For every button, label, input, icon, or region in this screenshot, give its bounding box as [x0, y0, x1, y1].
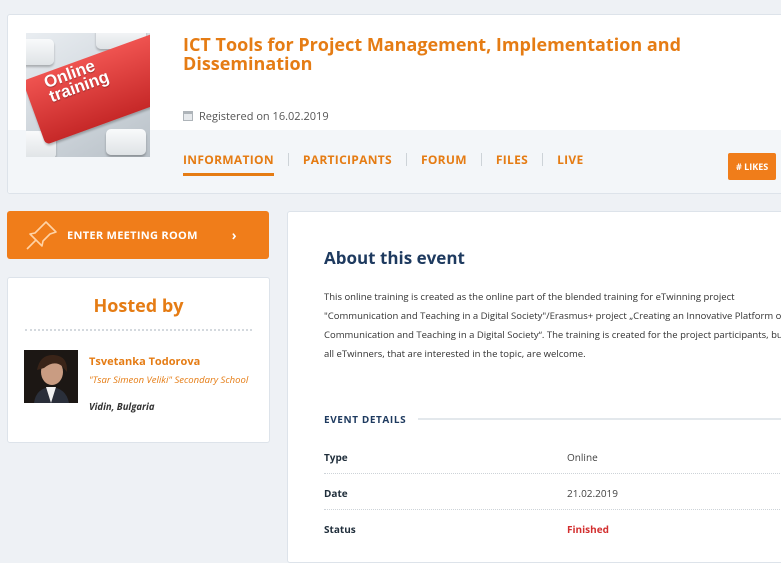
status-value: Finished: [567, 522, 609, 536]
detail-key: Date: [324, 486, 348, 500]
tab-information[interactable]: INFORMATION: [183, 151, 274, 176]
detail-value: Online: [567, 450, 598, 464]
calendar-icon: [183, 111, 193, 121]
tab-separator: [542, 153, 544, 166]
tab-forum[interactable]: FORUM: [421, 151, 467, 176]
event-info-card: About this event This online training is…: [287, 211, 781, 563]
detail-key: Type: [324, 450, 348, 464]
enter-meeting-room-button[interactable]: ENTER MEETING ROOM ›: [7, 211, 269, 259]
host-avatar[interactable]: [24, 350, 78, 403]
pin-icon: [26, 221, 57, 250]
event-thumbnail: Online training: [26, 33, 150, 157]
avatar-image: [24, 350, 78, 403]
keyboard-key: [26, 39, 54, 65]
event-details-heading: EVENT DETAILS: [324, 412, 781, 426]
detail-row-type: Type Online: [324, 438, 781, 474]
event-title: ICT Tools for Project Management, Implem…: [183, 33, 681, 76]
tab-files[interactable]: FILES: [496, 151, 528, 176]
keyboard-key: [106, 129, 146, 155]
likes-button[interactable]: # LIKES: [728, 153, 777, 180]
about-heading: About this event: [324, 246, 465, 269]
tab-participants[interactable]: PARTICIPANTS: [303, 151, 392, 176]
event-header-card: Online training ICT Tools for Project Ma…: [7, 14, 781, 194]
about-description: This online training is created as the o…: [324, 290, 781, 360]
detail-key: Status: [324, 522, 356, 536]
hosted-by-card: Hosted by Tsvetanka Todorova "Tsar Simeo…: [7, 277, 270, 443]
hosted-by-heading: Hosted by: [93, 294, 184, 318]
tab-live[interactable]: LIVE: [557, 151, 583, 176]
host-name-link[interactable]: Tsvetanka Todorova: [89, 354, 200, 369]
chevron-right-icon: ›: [231, 226, 237, 244]
registered-label: Registered on 16.02.2019: [199, 109, 329, 124]
registration-date: Registered on 16.02.2019: [183, 109, 329, 124]
detail-row-date: Date 21.02.2019: [324, 474, 781, 510]
detail-row-status: Status Finished: [324, 510, 781, 546]
tab-separator: [287, 153, 289, 166]
tab-separator: [405, 153, 407, 166]
divider: [418, 418, 781, 420]
event-tabs: INFORMATION PARTICIPANTS FORUM FILES LIV…: [183, 151, 584, 176]
host-location: Vidin, Bulgaria: [89, 400, 155, 413]
divider: [25, 329, 252, 331]
meeting-button-label: ENTER MEETING ROOM: [67, 227, 198, 243]
tab-separator: [480, 153, 482, 166]
host-school: "Tsar Simeon Veliki" Secondary School: [89, 373, 249, 386]
event-details-title: EVENT DETAILS: [324, 412, 407, 426]
detail-value: 21.02.2019: [567, 486, 618, 500]
